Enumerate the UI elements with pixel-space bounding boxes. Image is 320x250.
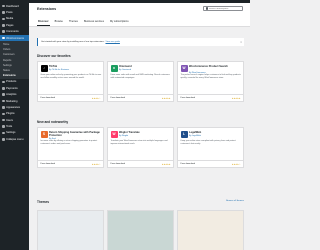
product-card-tiktok[interactable]: ♪ TikTok By TikTok for Business Grow you…: [37, 61, 104, 102]
rating-stars-icon: ★★★★☆: [91, 97, 101, 100]
legalweb-logo-icon: L: [180, 130, 188, 138]
card-description: Increase sales by offering a return ship…: [40, 140, 98, 145]
card-vendor[interactable]: By LegalWeb: [189, 135, 201, 137]
card-description: Keep your online store compliant with pr…: [180, 140, 236, 145]
woo-logo-icon: W: [180, 64, 188, 72]
wrench-icon: [2, 125, 5, 128]
media-icon: [2, 17, 5, 21]
page-icon: [2, 24, 5, 27]
extensions-header: Extensions Discover Browse Themes Busine…: [29, 3, 250, 27]
tab-browse[interactable]: Browse: [54, 19, 64, 26]
tab-business-services[interactable]: Business services: [83, 19, 105, 26]
card-vendor[interactable]: By TikTok for Business: [49, 69, 69, 71]
extensions-page: Dashboard Posts Media Pages Comments Woo…: [0, 0, 250, 250]
section-title: New and noteworthy: [37, 120, 69, 124]
card-footer: Free download ★★★★★: [108, 160, 173, 167]
tab-themes[interactable]: Themes: [68, 19, 79, 26]
sidebar-collapse[interactable]: Collapse menu: [0, 136, 29, 142]
discover-cards: ♪ TikTok By TikTok for Business Grow you…: [37, 61, 244, 102]
search-input[interactable]: [208, 7, 241, 10]
collapse-icon: [2, 138, 5, 141]
weglot-logo-icon: W: [110, 130, 118, 138]
new-noteworthy-section: New and noteworthy S Return Shipping Gua…: [37, 120, 244, 176]
product-card-return-shipping[interactable]: S Return Shipping Guarantee with Package…: [37, 127, 104, 168]
card-description: Grow your online sales by promoting your…: [40, 74, 102, 79]
rating-stars-icon: ★★★★☆: [231, 163, 241, 166]
submenu-extensions[interactable]: Extensions: [0, 73, 29, 78]
settings-icon: [2, 131, 5, 135]
extensions-tabs: Discover Browse Themes Business services…: [37, 19, 130, 26]
tiktok-logo-icon: ♪: [40, 64, 48, 72]
card-price: Free download: [40, 163, 55, 165]
theme-card[interactable]: [107, 210, 174, 250]
card-footer: Free download ★★★★☆: [38, 160, 103, 167]
card-vendor[interactable]: By Weglot: [119, 135, 128, 137]
megaphone-icon: [2, 99, 5, 103]
product-card-legalweb[interactable]: L LegalWeb By LegalWeb Keep your online …: [177, 127, 244, 168]
search-box[interactable]: [203, 6, 243, 11]
product-card-omnisend[interactable]: o Omnisend By Omnisend Drive more sales …: [107, 61, 174, 102]
notice-text: Get started with your store by installin…: [41, 41, 105, 43]
card-title: Weglot Translate: [119, 130, 140, 134]
card-title: LegalWeb: [189, 130, 202, 134]
card-footer: Free download ★★★★☆: [178, 160, 243, 167]
card-title: Omnisend: [119, 64, 132, 68]
seel-logo-icon: S: [40, 130, 48, 138]
section-title: Themes: [37, 200, 50, 204]
dashboard-icon: [2, 4, 5, 8]
card-price: Free download: [110, 97, 125, 99]
plugin-icon: [2, 112, 5, 116]
noteworthy-cards: S Return Shipping Guarantee with Package…: [37, 127, 244, 168]
comment-icon: [2, 30, 5, 34]
card-description: The perfect search engine helps customer…: [180, 74, 241, 79]
theme-card[interactable]: [37, 210, 104, 250]
woocommerce-submenu: Home Orders Customers Reports Settings S…: [0, 41, 29, 79]
theme-preview-image: [178, 211, 243, 250]
rating-stars-icon: ★★★★☆: [91, 163, 101, 166]
card-description: Translate your WooCommerce store into mu…: [110, 140, 168, 145]
card-footer: Free download ★★★★★: [178, 94, 243, 101]
brush-icon: [2, 106, 5, 109]
payments-icon: [2, 86, 5, 90]
tab-discover[interactable]: Discover: [37, 19, 50, 26]
tab-my-subscriptions[interactable]: My subscriptions: [109, 19, 130, 26]
card-vendor[interactable]: By Omnisend: [119, 69, 131, 71]
theme-preview-image: [108, 211, 173, 250]
chart-icon: [2, 93, 5, 96]
search-icon: [205, 7, 208, 10]
product-card-product-search[interactable]: W WooCommerce Product Search By WooComme…: [177, 61, 244, 102]
woo-icon: [2, 36, 5, 40]
rating-stars-icon: ★★★★★: [231, 97, 241, 100]
card-title: Return Shipping Guarantee with Package P…: [49, 130, 100, 137]
admin-sidebar: Dashboard Posts Media Pages Comments Woo…: [0, 3, 29, 250]
theme-preview-image: [38, 211, 103, 250]
products-icon: [2, 80, 5, 84]
card-footer: Free download ★★★★☆: [38, 94, 103, 101]
info-notice: Get started with your store by installin…: [37, 38, 244, 46]
omnisend-logo-icon: o: [110, 64, 118, 72]
card-title: WooCommerce Product Search: [189, 64, 228, 68]
page-title: Extensions: [37, 7, 57, 11]
product-card-weglot[interactable]: W Weglot Translate By Weglot Translate y…: [107, 127, 174, 168]
card-description: Drive more sales with email and SMS mark…: [110, 74, 170, 79]
discover-section: Discover our favorites ♪ TikTok By TikTo…: [37, 54, 244, 110]
browse-themes-link[interactable]: Browse all themes: [226, 200, 244, 202]
close-icon[interactable]: ×: [240, 40, 242, 44]
card-price: Free download: [180, 97, 195, 99]
card-price: Free download: [180, 163, 195, 165]
card-price: Free download: [110, 163, 125, 165]
themes-section: Themes Browse all themes: [37, 200, 244, 250]
card-footer: Free download ★★★★★: [108, 94, 173, 101]
theme-card[interactable]: [177, 210, 244, 250]
notice-link[interactable]: View our guide: [105, 41, 119, 43]
card-title: TikTok: [49, 64, 58, 68]
pin-icon: [2, 11, 5, 14]
user-icon: [2, 118, 5, 122]
section-title: Discover our favorites: [37, 54, 71, 58]
rating-stars-icon: ★★★★★: [161, 163, 171, 166]
rating-stars-icon: ★★★★★: [161, 97, 171, 100]
card-price: Free download: [40, 97, 55, 99]
